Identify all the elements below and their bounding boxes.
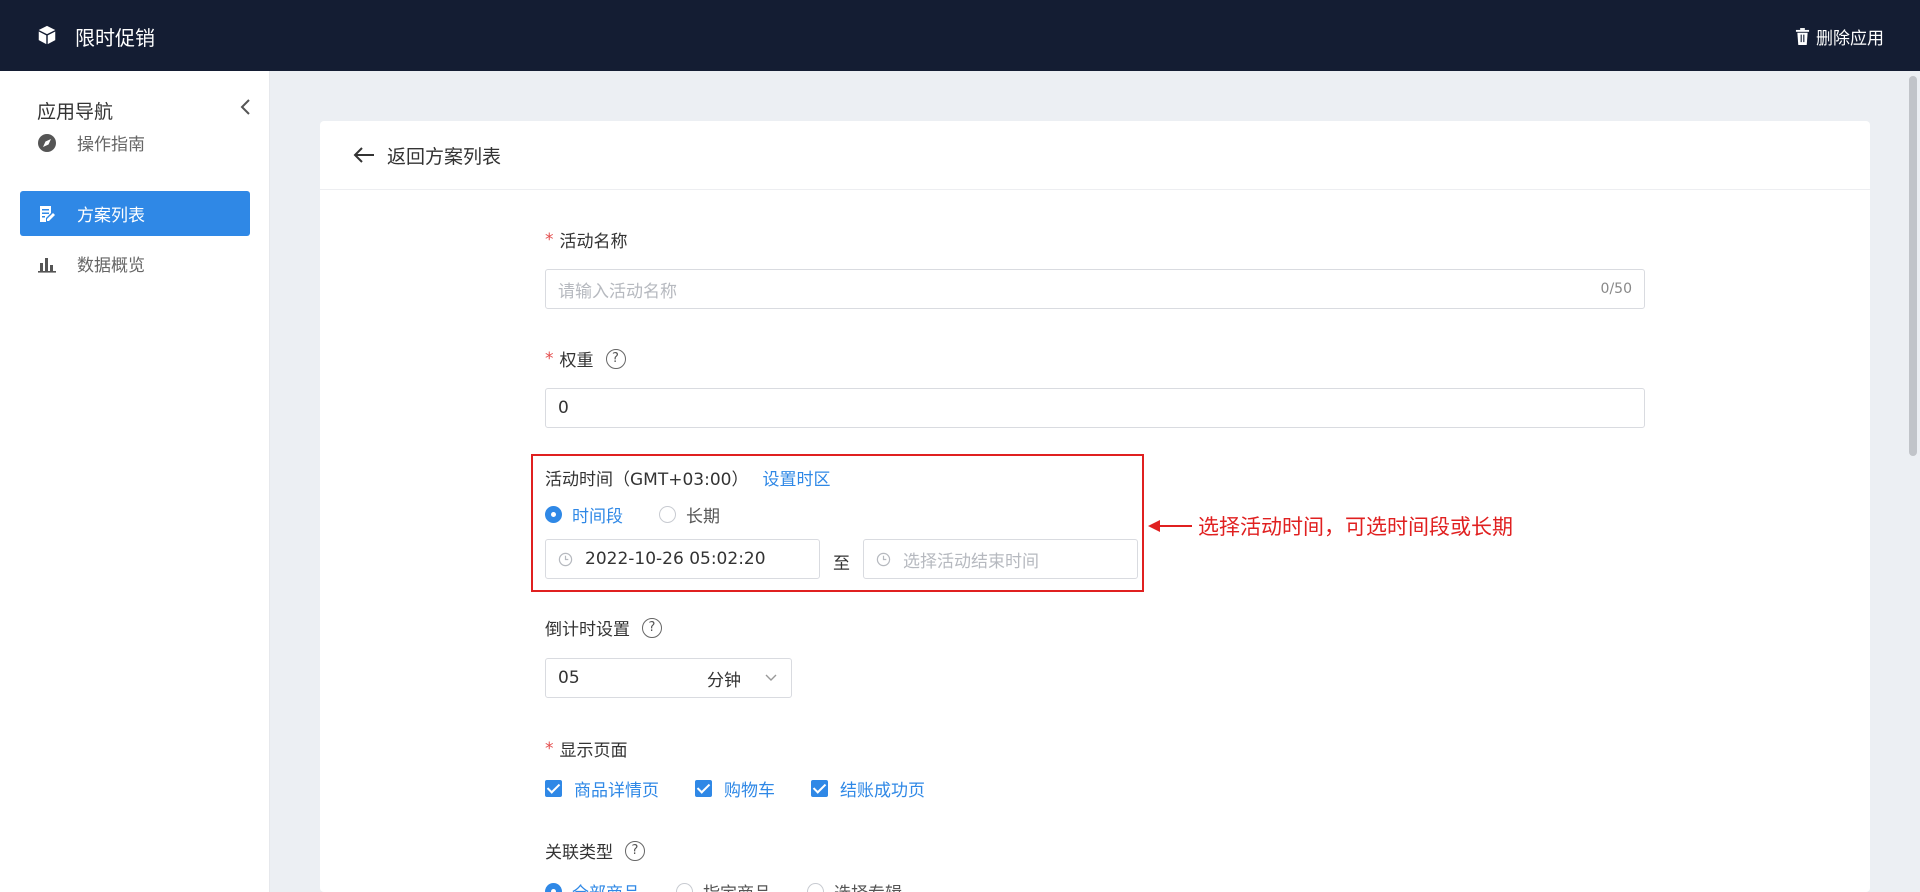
cube-icon xyxy=(38,25,56,45)
scrollbar-thumb[interactable] xyxy=(1909,76,1917,456)
char-counter: 0/50 xyxy=(1600,281,1632,297)
radio-select-collection[interactable]: 选择专辑 xyxy=(807,879,902,892)
sidebar-item-guide[interactable]: 操作指南 xyxy=(20,120,250,165)
trash-icon xyxy=(1795,28,1810,45)
checkbox-checkout-success[interactable]: 结账成功页 xyxy=(811,776,925,801)
annotation: 选择活动时间，可选时间段或长期 xyxy=(1148,511,1513,541)
required-mark: * xyxy=(545,348,554,369)
activity-time-highlight xyxy=(531,454,1144,592)
countdown-unit: 分钟 xyxy=(707,670,741,691)
chevron-left-icon[interactable] xyxy=(238,97,254,117)
countdown-value: 05 xyxy=(558,668,580,688)
sidebar-item-data-overview[interactable]: 数据概览 xyxy=(20,241,250,286)
required-mark: * xyxy=(545,229,554,250)
sidebar: 应用导航 操作指南 方案列表 数据概览 xyxy=(0,71,270,892)
required-mark: * xyxy=(545,738,554,759)
page-title: 返回方案列表 xyxy=(387,145,502,168)
display-pages-options: 商品详情页 购物车 结账成功页 xyxy=(545,776,961,801)
app-title: 限时促销 xyxy=(75,26,155,50)
radio-all-products[interactable]: 全部商品 xyxy=(545,879,640,892)
delete-app-label: 删除应用 xyxy=(1816,29,1884,49)
annotation-text: 选择活动时间，可选时间段或长期 xyxy=(1198,515,1513,539)
weight-label: * 权重 ? xyxy=(545,346,626,371)
bar-chart-icon xyxy=(38,257,56,273)
document-edit-icon xyxy=(40,205,55,222)
radio-specified-products[interactable]: 指定商品 xyxy=(676,879,771,892)
help-icon[interactable]: ? xyxy=(605,348,626,369)
sidebar-item-plan-list[interactable]: 方案列表 xyxy=(20,191,250,236)
weight-value: 0 xyxy=(558,398,569,418)
checkbox-cart[interactable]: 购物车 xyxy=(695,776,775,801)
chevron-down-icon xyxy=(765,674,777,681)
display-pages-label: * 显示页面 xyxy=(545,738,628,762)
arrow-left-icon xyxy=(1148,520,1192,532)
back-to-plan-list[interactable]: 返回方案列表 xyxy=(320,121,1870,190)
main-card: 返回方案列表 * 活动名称 请输入活动名称 0/50 * 权重 ? 0 活动时间… xyxy=(320,121,1870,892)
help-icon[interactable]: ? xyxy=(625,840,645,861)
activity-name-placeholder: 请输入活动名称 xyxy=(558,281,677,302)
arrow-left-icon xyxy=(353,147,374,163)
relation-type-options: 全部商品 指定商品 选择专辑 xyxy=(545,879,938,892)
compass-icon xyxy=(38,133,56,152)
sidebar-item-label: 数据概览 xyxy=(77,256,145,276)
countdown-label: 倒计时设置 ? xyxy=(545,615,662,640)
checkbox-product-detail[interactable]: 商品详情页 xyxy=(545,776,659,801)
weight-input[interactable]: 0 xyxy=(545,388,1645,428)
countdown-select[interactable]: 05 分钟 xyxy=(545,658,792,698)
sidebar-item-label: 方案列表 xyxy=(77,206,145,226)
top-bar: 限时促销 删除应用 xyxy=(0,0,1920,71)
delete-app-button[interactable]: 删除应用 xyxy=(1795,24,1884,49)
relation-type-label: 关联类型 ? xyxy=(545,838,645,863)
help-icon[interactable]: ? xyxy=(642,617,662,638)
sidebar-item-label: 操作指南 xyxy=(77,135,145,155)
activity-name-label: * 活动名称 xyxy=(545,229,628,253)
activity-name-input[interactable]: 请输入活动名称 0/50 xyxy=(545,269,1645,309)
